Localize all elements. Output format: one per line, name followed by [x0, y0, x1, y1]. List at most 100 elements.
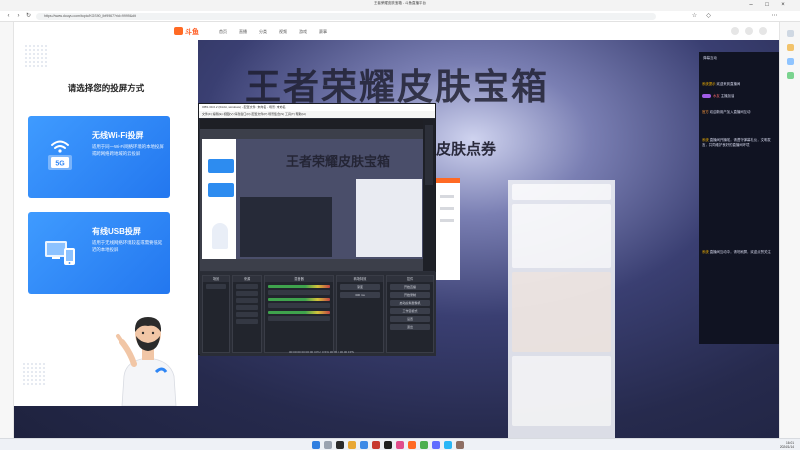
forward-arrow-icon[interactable]: ›	[14, 12, 23, 21]
chat-text: 直播间互动中，请勿刷屏，欢迎点赞关注	[709, 250, 771, 254]
chat-user[interactable]: 系统	[702, 250, 709, 254]
obs-title: OBS 30.0.2 (64-bit, windows) - 配置文件: 未命名…	[199, 104, 435, 111]
task-view-icon[interactable]	[336, 441, 344, 449]
usb-projection-option[interactable]: 有线USB投屏 适用于无线网络环境较差或需要低延迟的本地投屏	[28, 212, 170, 294]
app-icon[interactable]	[420, 441, 428, 449]
source-item[interactable]	[236, 284, 258, 289]
decor-dots	[24, 44, 48, 68]
url-field[interactable]: https://www.douyu.com/topic/KGS90_lbf996…	[36, 13, 656, 20]
obs-side-toolbar	[423, 119, 435, 271]
app-icon[interactable]	[444, 441, 452, 449]
address-bar: ‹ › ↻ https://www.douyu.com/topic/KGS90_…	[0, 11, 800, 22]
projection-modal: 请选择您的投屏方式 5G 无线Wi-Fi投屏 适用于同一Wi-Fi网络环境的本地…	[14, 40, 198, 406]
popup-line	[440, 207, 454, 210]
dock-transitions: 转场特效 渐变 300 ms	[336, 275, 384, 353]
douyu-icon[interactable]	[408, 441, 416, 449]
window-title: 王者荣耀皮肤宝箱 - 斗鱼直播平台	[373, 1, 427, 5]
screen: 王者荣耀皮肤宝箱 - 斗鱼直播平台 – □ × ‹ › ↻ https://ww…	[0, 0, 800, 450]
tools-icon[interactable]	[787, 72, 794, 79]
dock-title: 场景	[203, 276, 229, 282]
chat-user[interactable]: 系统	[702, 138, 709, 142]
audio-meter	[268, 311, 330, 314]
windows-start-icon[interactable]	[312, 441, 320, 449]
app-icon[interactable]	[432, 441, 440, 449]
source-item[interactable]	[236, 291, 258, 296]
exit-button[interactable]: 退出	[390, 324, 430, 330]
nav-item[interactable]: 分类	[259, 29, 267, 35]
obs-menubar[interactable]: 文件(F) 编辑(E) 视图(V) 停靠窗口(D) 配置文件(P) 场景集合(S…	[199, 111, 435, 118]
audio-meter	[268, 285, 330, 288]
nav-item[interactable]: 游戏	[299, 29, 307, 35]
settings-button[interactable]: 设置	[390, 316, 430, 322]
preview-option-card	[208, 183, 234, 197]
chat-user[interactable]: 水友	[713, 94, 720, 98]
chat-user[interactable]: 系统提示	[702, 82, 716, 86]
obs-docks: 场景 来源 混音器 转场特效 渐变 300 ms 控件 开始直播 开始录制 启动…	[200, 272, 436, 356]
bookmark-icon[interactable]	[787, 44, 794, 51]
maximize-icon[interactable]: □	[760, 0, 774, 11]
source-item[interactable]	[236, 319, 258, 324]
system-tray[interactable]: 16:01 2024/1/14	[780, 441, 794, 449]
side-tools[interactable]	[425, 125, 433, 185]
search-icon[interactable]	[324, 441, 332, 449]
menu-icon[interactable]: ⋯	[770, 12, 779, 21]
dock-scenes: 场景	[202, 275, 230, 353]
dock-sources: 来源	[232, 275, 262, 353]
dock-mixer: 混音器	[264, 275, 334, 353]
close-icon[interactable]: ×	[776, 0, 790, 11]
message-icon[interactable]	[745, 27, 753, 35]
popup-line	[440, 195, 454, 198]
studio-mode-button[interactable]: 工作室模式	[390, 308, 430, 314]
volume-slider[interactable]	[268, 316, 330, 321]
nav-item[interactable]: 赛事	[319, 29, 327, 35]
chat-message: 系统提示 欢迎来到直播间	[702, 82, 776, 87]
chat-user[interactable]: 官方	[702, 110, 709, 114]
source-item[interactable]	[236, 305, 258, 310]
nav-item[interactable]: 首页	[219, 29, 227, 35]
avatar[interactable]	[759, 27, 767, 35]
nav-item[interactable]: 直播	[239, 29, 247, 35]
logo-icon	[174, 27, 183, 35]
minimize-icon[interactable]: –	[744, 0, 758, 11]
back-arrow-icon[interactable]: ‹	[4, 12, 13, 21]
app-icon[interactable]	[396, 441, 404, 449]
tray-date: 2024/1/14	[779, 445, 794, 449]
volume-slider[interactable]	[268, 303, 330, 308]
refresh-icon[interactable]: ↻	[24, 12, 33, 21]
obs-icon[interactable]	[384, 441, 392, 449]
nav-item[interactable]: 视频	[279, 29, 287, 35]
taskbar: 16:01 2024/1/14	[0, 438, 800, 450]
obs-status-bar: 00:00:00 00:00:00 CPU: 0.5% 30.00 / 30.0…	[289, 350, 354, 354]
usb-devices-icon	[45, 241, 75, 265]
file-explorer-icon[interactable]	[348, 441, 356, 449]
transition-select[interactable]: 渐变	[340, 284, 380, 290]
chat-text: 直播间开播啦，请遵守弹幕礼仪，文明发言，共同维护良好的直播间环境	[702, 138, 771, 147]
man-pointing-illustration	[116, 317, 177, 406]
source-item[interactable]	[236, 298, 258, 303]
logo-text: 斗鱼	[185, 29, 199, 36]
shopping-icon[interactable]	[787, 58, 794, 65]
star-icon[interactable]: ☆	[690, 12, 699, 21]
modal-title: 请选择您的投屏方式	[67, 83, 145, 93]
right-rail	[779, 22, 800, 438]
site-logo[interactable]: 斗鱼	[174, 27, 199, 37]
wifi-projection-option[interactable]: 5G 无线Wi-Fi投屏 适用于同一Wi-Fi网络环境的本地投屏或跨网络跨地域的…	[28, 116, 170, 198]
extensions-icon[interactable]: ◇	[704, 12, 713, 21]
side-panel-card	[512, 272, 611, 352]
taskbar-apps	[312, 441, 464, 449]
side-popup	[436, 178, 460, 280]
start-streaming-button[interactable]: 开始直播	[390, 284, 430, 290]
search-icon[interactable]	[787, 30, 794, 37]
source-item[interactable]	[236, 312, 258, 317]
volume-slider[interactable]	[268, 290, 330, 295]
edge-browser-icon[interactable]	[360, 441, 368, 449]
chat-message: 系统 直播间互动中，请勿刷屏，欢迎点赞关注	[702, 250, 776, 255]
app-icon[interactable]	[372, 441, 380, 449]
duration-field[interactable]: 300 ms	[340, 292, 380, 298]
scene-item[interactable]	[206, 284, 226, 289]
history-icon[interactable]	[731, 27, 739, 35]
app-icon[interactable]	[456, 441, 464, 449]
start-recording-button[interactable]: 开始录制	[390, 292, 430, 298]
preview-stream-thumb: 王者荣耀皮肤宝箱	[236, 139, 423, 259]
virtual-camera-button[interactable]: 启动虚拟摄像机	[390, 300, 430, 306]
